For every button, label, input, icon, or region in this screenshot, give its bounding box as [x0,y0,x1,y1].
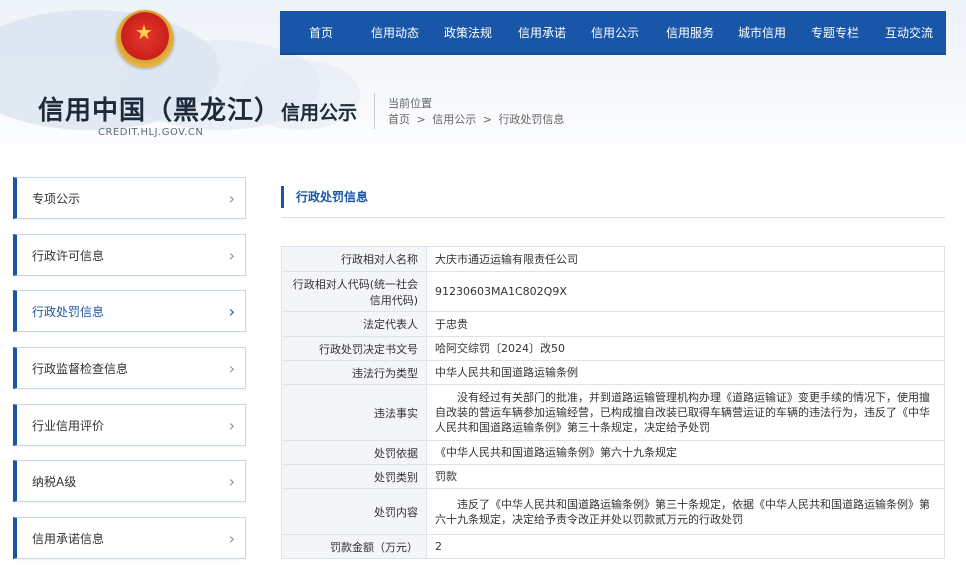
table-row: 违法事实 没有经过有关部门的批准，并到道路运输管理机构办理《道路运输证》变更手续… [281,384,945,441]
breadcrumb: 首页 > 信用公示 > 行政处罚信息 [388,111,567,127]
sidebar-item-label: 专项公示 [32,191,81,206]
breadcrumb-current: 行政处罚信息 [498,113,565,126]
field-label: 违法行为类型 [281,360,427,385]
sidebar-item-label: 信用承诺信息 [32,531,105,546]
nav-city-credit[interactable]: 城市信用 [726,24,798,41]
table-row: 处罚依据 《中华人民共和国道路运输条例》第六十九条规定 [281,440,945,465]
sidebar-item-label: 行业信用评价 [32,418,105,433]
field-label: 行政相对人代码(统一社会信用代码) [281,271,427,312]
sidebar-item-label: 行政许可信息 [32,248,105,263]
field-label: 处罚依据 [281,440,427,465]
field-value: 91230603MA1C802Q9X [426,271,945,312]
nav-home[interactable]: 首页 [280,24,362,41]
content-heading: 行政处罚信息 [281,186,368,208]
sidebar-item-admin-license[interactable]: 行政许可信息 › [13,234,246,276]
table-row: 行政相对人名称 大庆市通迈运输有限责任公司 [281,246,945,272]
field-value: 没有经过有关部门的批准，并到道路运输管理机构办理《道路运输证》变更手续的情况下，… [426,384,945,441]
chevron-right-icon: › [228,528,235,548]
site-domain: CREDIT.HLJ.GOV.CN [98,127,204,138]
field-label: 罚款金额（万元） [281,534,427,559]
field-label: 处罚内容 [281,488,427,535]
chevron-right-icon: › [228,415,235,435]
table-row: 行政处罚决定书文号 哈阿交综罚〔2024〕改50 [281,336,945,361]
section-title: 信用公示 [281,102,358,124]
nav-credit-commitment[interactable]: 信用承诺 [508,24,576,41]
nav-policies[interactable]: 政策法规 [428,24,508,41]
field-value: 大庆市通迈运输有限责任公司 [426,246,945,272]
breadcrumb-separator: > [482,113,492,126]
breadcrumb-home[interactable]: 首页 [388,113,410,126]
chevron-right-icon: › [228,358,235,378]
field-value: 违反了《中华人民共和国道路运输条例》第三十条规定，依据《中华人民共和国道路运输条… [426,488,945,535]
table-row: 罚款金额（万元） 2 [281,534,945,559]
breadcrumb-credit-publicity[interactable]: 信用公示 [432,113,476,126]
chevron-right-icon: › [228,245,235,265]
sidebar-item-label: 行政监督检查信息 [32,361,129,376]
field-value: 2 [426,534,945,559]
content-divider [281,217,945,218]
table-row: 处罚类别 罚款 [281,464,945,489]
field-label: 行政处罚决定书文号 [281,336,427,361]
sidebar-item-industry-rating[interactable]: 行业信用评价 › [13,404,246,446]
penalty-info-table: 行政相对人名称 大庆市通迈运输有限责任公司 行政相对人代码(统一社会信用代码) … [281,246,945,559]
field-value: 罚款 [426,464,945,489]
nav-credit-publicity[interactable]: 信用公示 [576,24,654,41]
breadcrumb-separator: > [416,113,426,126]
sidebar-item-credit-commitment[interactable]: 信用承诺信息 › [13,517,246,559]
sidebar-item-label: 纳税A级 [32,474,77,489]
field-label: 处罚类别 [281,464,427,489]
sidebar-item-admin-penalty[interactable]: 行政处罚信息 › [13,290,246,332]
field-label: 行政相对人名称 [281,246,427,272]
header-divider [374,93,375,129]
table-row: 法定代表人 于忠贵 [281,311,945,337]
sidebar-item-special-publicity[interactable]: 专项公示 › [13,177,246,219]
chevron-right-icon: › [228,188,235,208]
table-row: 行政相对人代码(统一社会信用代码) 91230603MA1C802Q9X [281,271,945,312]
field-value: 《中华人民共和国道路运输条例》第六十九条规定 [426,440,945,465]
nav-interaction[interactable]: 互动交流 [872,24,946,41]
chevron-right-icon: › [228,301,235,321]
nav-credit-news[interactable]: 信用动态 [362,24,428,41]
sidebar-item-tax-a-grade[interactable]: 纳税A级 › [13,460,246,502]
table-row: 处罚内容 违反了《中华人民共和国道路运输条例》第三十条规定，依据《中华人民共和国… [281,488,945,535]
field-value: 于忠贵 [426,311,945,337]
location-label: 当前位置 [388,97,432,110]
field-value: 中华人民共和国道路运输条例 [426,360,945,385]
chevron-right-icon: › [228,471,235,491]
national-emblem-icon: ★ [116,10,174,68]
nav-credit-service[interactable]: 信用服务 [654,24,726,41]
field-label: 法定代表人 [281,311,427,337]
field-label: 违法事实 [281,384,427,441]
site-title[interactable]: 信用中国（黑龙江） [38,90,281,127]
field-value: 哈阿交综罚〔2024〕改50 [426,336,945,361]
sidebar-item-supervision-inspection[interactable]: 行政监督检查信息 › [13,347,246,389]
sidebar-item-label: 行政处罚信息 [32,304,105,319]
nav-topics[interactable]: 专题专栏 [798,24,872,41]
table-row: 违法行为类型 中华人民共和国道路运输条例 [281,360,945,385]
main-nav: 首页 信用动态 政策法规 信用承诺 信用公示 信用服务 城市信用 专题专栏 互动… [280,11,946,55]
